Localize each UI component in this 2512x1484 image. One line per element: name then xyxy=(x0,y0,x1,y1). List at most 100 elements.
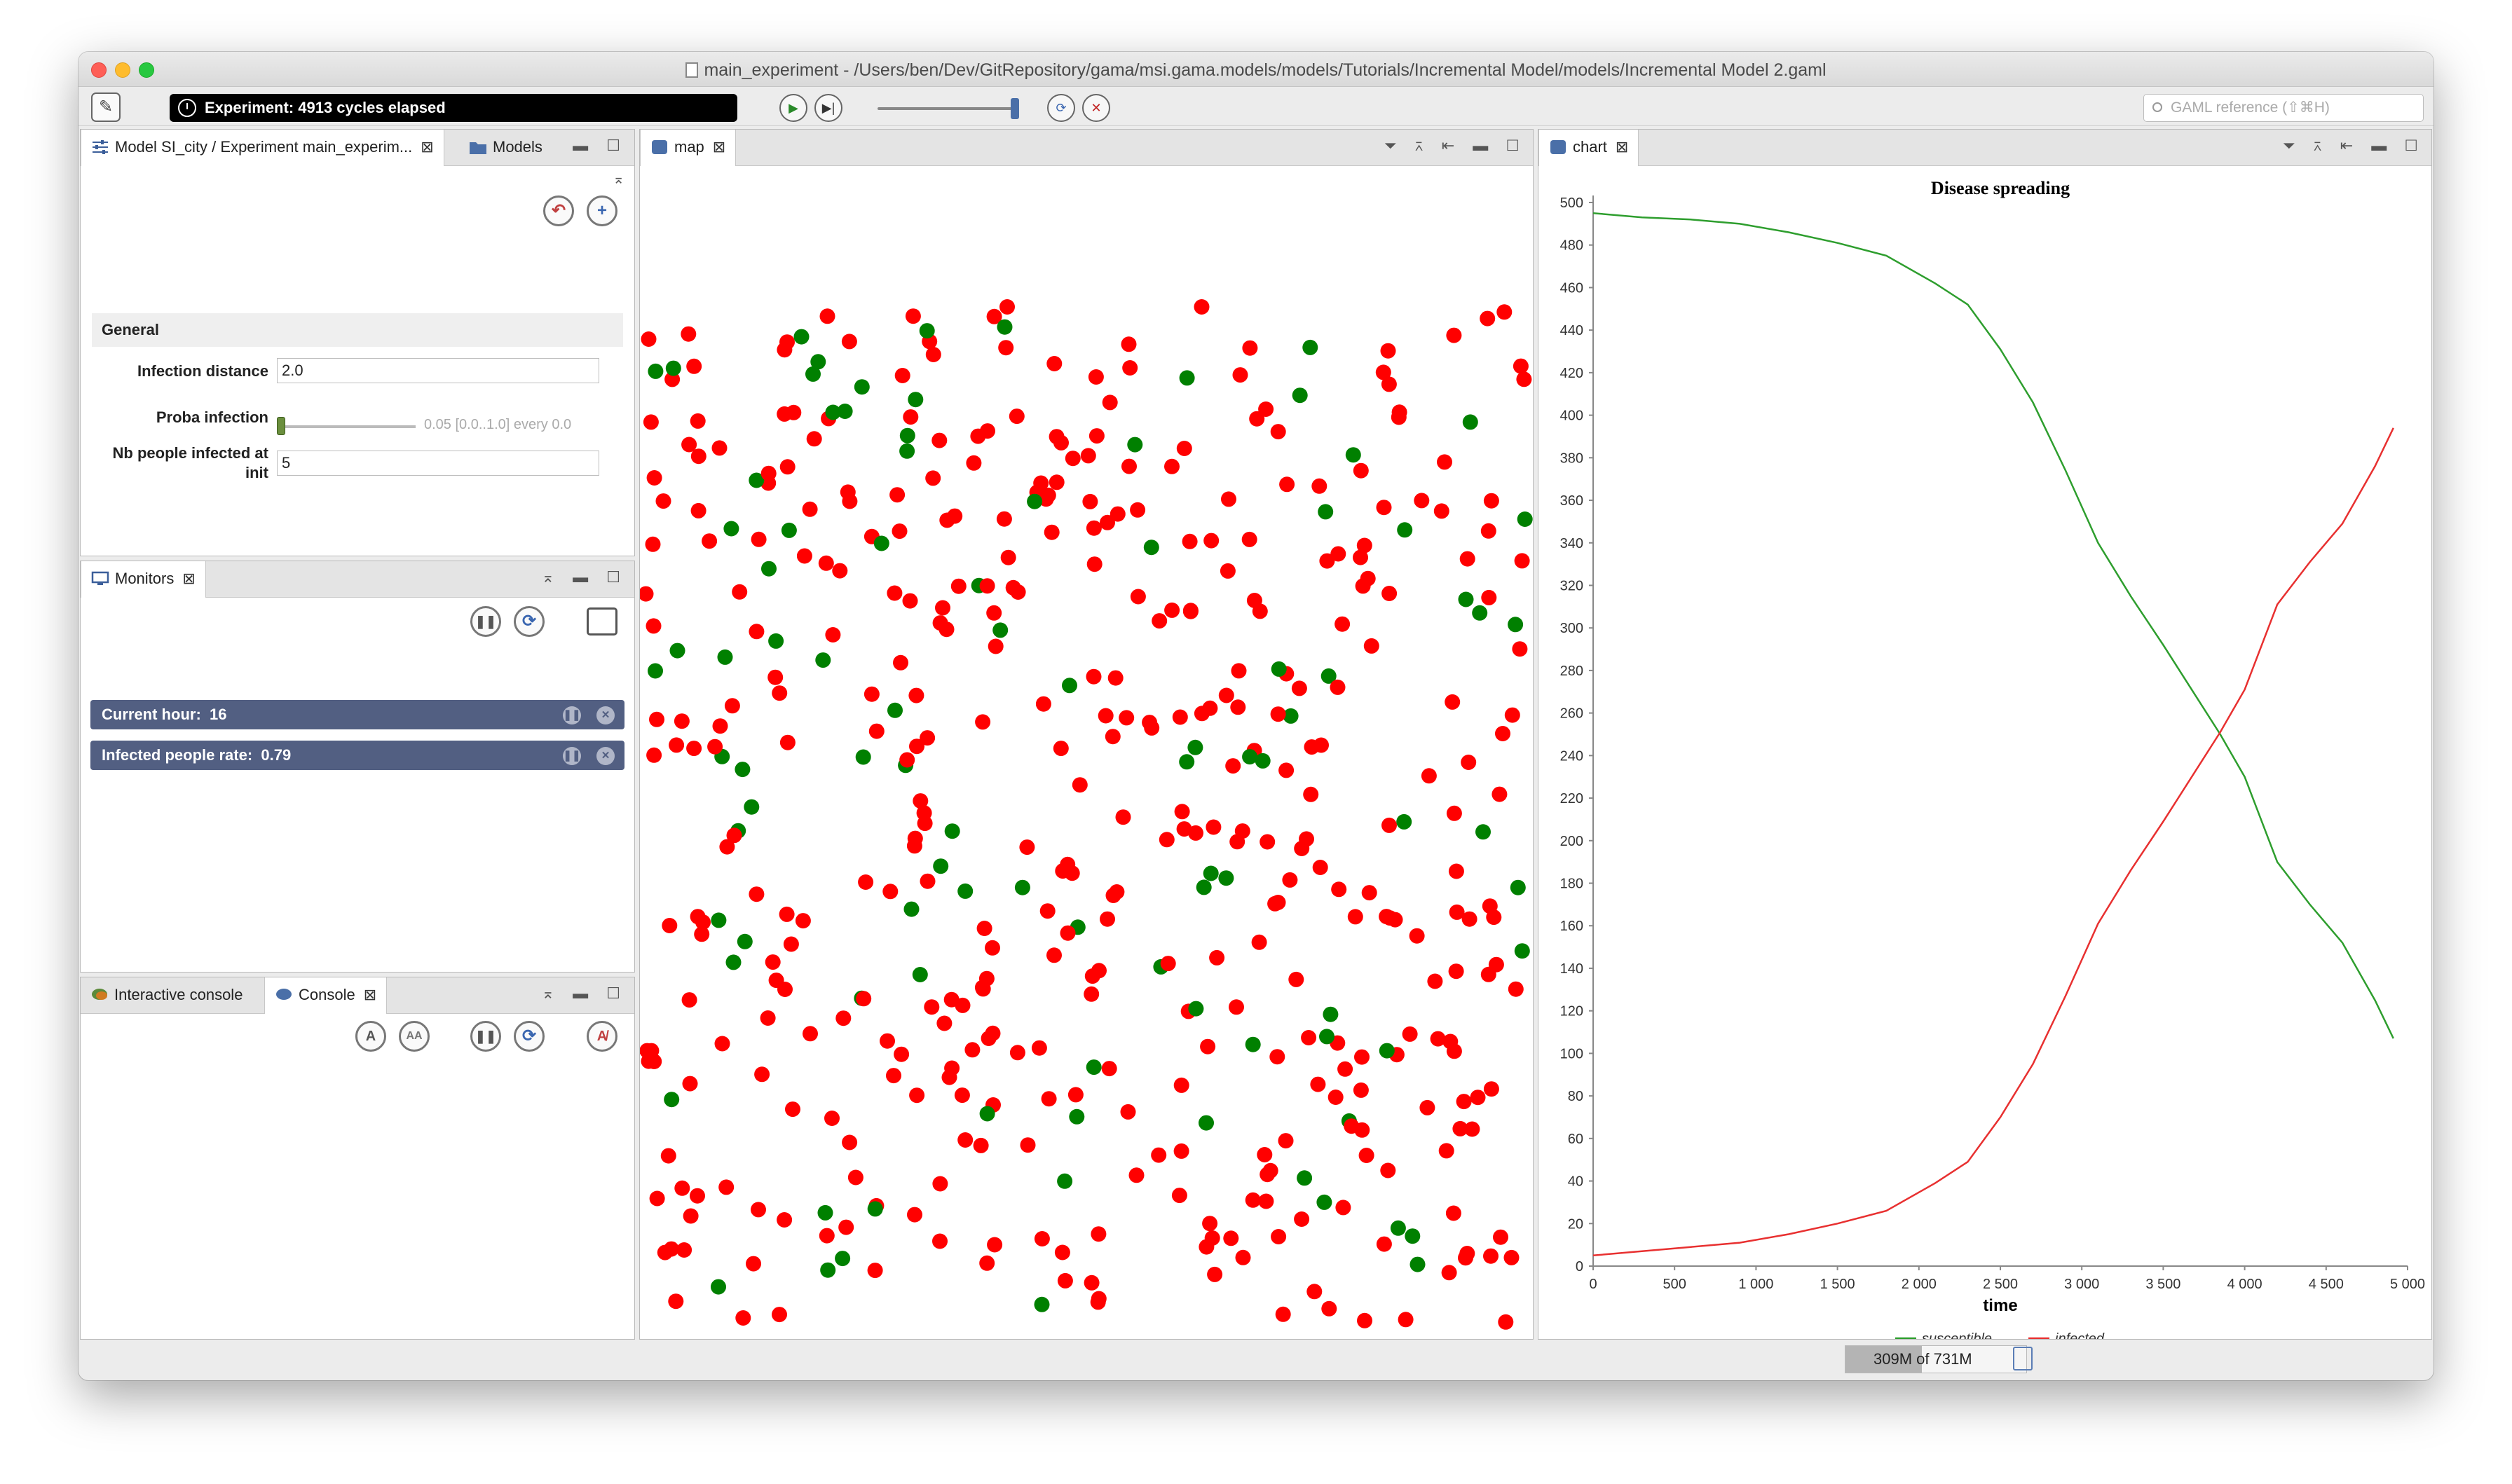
agent-dot xyxy=(682,1076,698,1092)
add-icon[interactable]: + xyxy=(587,195,617,226)
edit-icon[interactable]: ✎ xyxy=(91,92,121,122)
monitor-current-hour[interactable]: Current hour: 16 ❚❚ ✕ xyxy=(90,700,624,729)
agent-dot xyxy=(1121,458,1137,474)
agent-dot xyxy=(751,1202,766,1218)
play-icon[interactable]: ▶ xyxy=(779,94,807,122)
agent-dot xyxy=(957,883,974,899)
speed-slider-track[interactable] xyxy=(878,107,1018,110)
param-label-nb-people-infected: Nb people infected at init xyxy=(112,444,268,481)
agent-dot xyxy=(1409,1256,1426,1272)
close-tab-icon[interactable]: ⊠ xyxy=(421,130,433,165)
close-tab-icon[interactable]: ⊠ xyxy=(364,977,376,1012)
chart-display[interactable]: Disease spreading 0 20 40 60 80 100 120 140 160 18… xyxy=(1538,166,2431,1339)
memory-indicator[interactable]: 309M of 731M xyxy=(1845,1345,2027,1373)
trash-icon[interactable] xyxy=(2013,1347,2033,1370)
agent-dot xyxy=(1130,502,1146,518)
agent-dot xyxy=(1098,708,1114,724)
gaml-reference-search[interactable]: GAML reference (⇧⌘H) xyxy=(2143,94,2424,122)
agent-dot xyxy=(979,578,995,594)
agent-dot xyxy=(835,1010,852,1026)
agent-dot xyxy=(973,1137,989,1153)
agent-dot xyxy=(1049,474,1065,490)
tab-console[interactable]: Console ⊠ xyxy=(264,977,388,1014)
close-tab-icon[interactable]: ⊠ xyxy=(713,130,725,165)
tab-interactive-console[interactable]: Interactive console xyxy=(81,977,252,1014)
agent-dot xyxy=(1335,1200,1351,1216)
proba-infection-slider-knob[interactable] xyxy=(277,417,285,435)
tab-map[interactable]: map ⊠ xyxy=(640,130,737,166)
agent-dot xyxy=(1275,1306,1291,1322)
agent-dot xyxy=(761,561,777,577)
agent-dot xyxy=(1381,817,1397,833)
panel-window-controls[interactable]: ⏷ ⌅ ⇤ ▬ ☐ xyxy=(1384,137,1526,155)
map-display[interactable] xyxy=(640,166,1533,1339)
close-icon[interactable]: ✕ xyxy=(1082,94,1110,122)
agent-dot xyxy=(1173,1143,1189,1159)
agent-dot xyxy=(986,605,1002,621)
close-tab-icon[interactable]: ⊠ xyxy=(182,561,195,596)
agent-dot xyxy=(899,443,915,459)
agent-dot xyxy=(1321,1300,1337,1317)
console-bubble-icon xyxy=(276,989,292,1000)
panel-window-controls[interactable]: ⌅ ▬ ☐ xyxy=(542,568,627,586)
tab-console-label: Console xyxy=(299,986,355,1003)
refresh-icon[interactable]: ⟳ xyxy=(514,1021,545,1052)
pause-icon[interactable]: ❚❚ xyxy=(563,706,581,724)
agent-dot xyxy=(1304,739,1320,755)
agent-dot xyxy=(1218,687,1234,703)
speed-slider-knob[interactable] xyxy=(1011,98,1019,119)
agent-dot xyxy=(1323,1006,1339,1022)
agent-dot xyxy=(690,1188,705,1204)
close-tab-icon[interactable]: ⊠ xyxy=(1616,130,1628,165)
agent-dot xyxy=(1279,476,1295,493)
nb-people-infected-field[interactable]: 5 xyxy=(277,451,599,476)
section-general[interactable]: General xyxy=(92,313,623,347)
agent-dot xyxy=(779,459,796,475)
agent-dot xyxy=(913,793,929,809)
experiment-status[interactable]: Experiment: 4913 cycles elapsed xyxy=(170,94,737,122)
close-icon[interactable]: ✕ xyxy=(596,747,615,765)
infection-distance-field[interactable]: 2.0 xyxy=(277,358,599,383)
step-icon[interactable]: ▶| xyxy=(814,94,842,122)
agent-dot xyxy=(1088,428,1105,444)
pause-icon[interactable]: ❚❚ xyxy=(470,606,501,637)
tab-parameters[interactable]: Model SI_city / Experiment main_experim.… xyxy=(81,130,444,166)
pause-icon[interactable]: ❚❚ xyxy=(470,1021,501,1052)
agent-dot xyxy=(1303,786,1319,802)
x-tick-label: 3 000 xyxy=(2064,1277,2099,1292)
add-monitor-icon[interactable] xyxy=(587,607,617,635)
font-increase-icon[interactable]: A xyxy=(355,1021,386,1052)
agent-dot xyxy=(1353,549,1368,565)
panel-window-controls[interactable]: ▬ ☐ xyxy=(573,137,627,155)
agent-dot xyxy=(856,991,872,1007)
y-tick-label: 60 xyxy=(1568,1132,1583,1147)
agent-dot xyxy=(655,493,671,509)
agent-dot xyxy=(1143,540,1159,556)
agent-dot xyxy=(1319,1029,1334,1045)
panel-window-controls[interactable]: ⏷ ⌅ ⇤ ▬ ☐ xyxy=(2283,137,2424,155)
close-icon[interactable]: ✕ xyxy=(596,706,615,724)
agent-dot xyxy=(1182,603,1199,619)
reload-icon[interactable]: ⟳ xyxy=(1047,94,1075,122)
agent-dot xyxy=(1327,1090,1344,1105)
revert-icon[interactable]: ↶ xyxy=(543,195,574,226)
tab-monitors[interactable]: Monitors ⊠ xyxy=(81,561,206,598)
tab-chart[interactable]: chart ⊠ xyxy=(1538,130,1639,166)
collapse-icon[interactable]: ⌅ xyxy=(613,170,624,188)
y-tick-label: 0 xyxy=(1576,1259,1583,1275)
proba-infection-slider-track[interactable] xyxy=(277,425,416,428)
agent-dot xyxy=(711,440,728,456)
monitor-infected-rate[interactable]: Infected people rate: 0.79 ❚❚ ✕ xyxy=(90,741,624,770)
agent-dot xyxy=(765,954,781,970)
agent-dot xyxy=(1060,925,1076,941)
agent-dot xyxy=(1187,739,1203,755)
monitor-icon xyxy=(91,571,109,585)
tab-models[interactable]: Models xyxy=(459,130,552,166)
clear-console-icon[interactable]: A̸ xyxy=(587,1021,617,1052)
agent-dot xyxy=(1398,1312,1414,1328)
panel-window-controls[interactable]: ⌅ ▬ ☐ xyxy=(542,984,627,1003)
font-decrease-icon[interactable]: AA xyxy=(399,1021,430,1052)
pause-icon[interactable]: ❚❚ xyxy=(563,747,581,765)
refresh-icon[interactable]: ⟳ xyxy=(514,606,545,637)
agent-dot xyxy=(880,1033,895,1049)
